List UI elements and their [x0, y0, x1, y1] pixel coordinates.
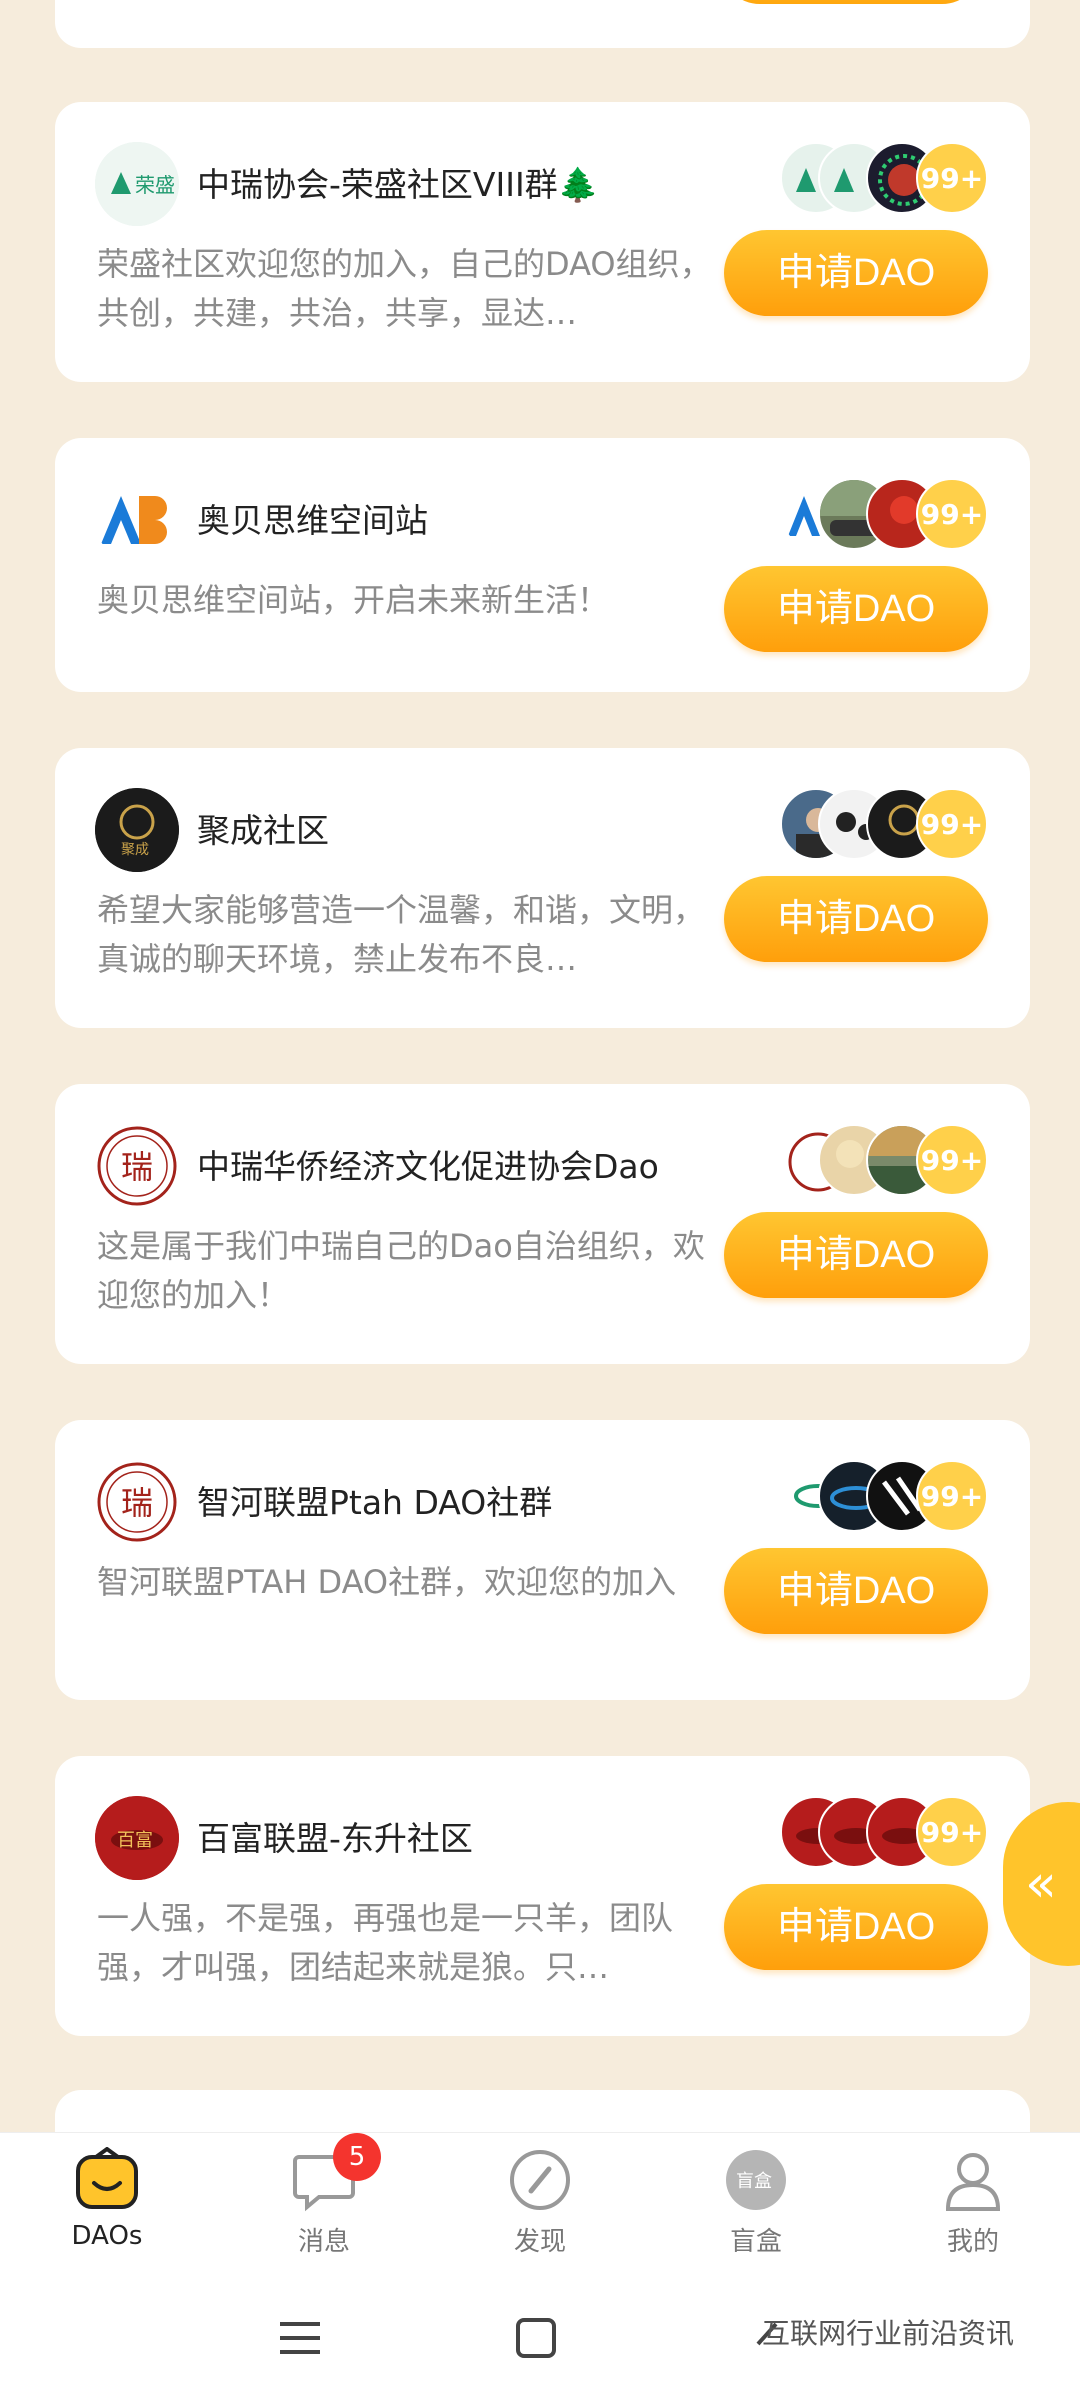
member-count-badge: 99+ [916, 1460, 988, 1532]
compass-icon [507, 2147, 573, 2213]
svg-text:盲盒: 盲盒 [736, 2171, 772, 2192]
tab-me[interactable]: 我的 [903, 2147, 1043, 2258]
blindbox-icon: 盲盒 [723, 2147, 789, 2213]
community-name: 智河联盟Ptah DAO社群 [197, 1483, 553, 1522]
community-card[interactable]: 瑞 中瑞华侨经济文化促进协会Dao 这是属于我们中瑞自己的Dao自治组织，欢迎您… [55, 1084, 1030, 1364]
user-profile-icon [940, 2147, 1006, 2213]
apply-dao-button[interactable]: 申请DAO [724, 230, 988, 316]
daos-home-icon [74, 2146, 140, 2213]
tab-blindbox[interactable]: 盲盒 盲盒 [686, 2147, 826, 2258]
svg-text:聚成: 聚成 [121, 842, 149, 858]
community-name: 中瑞协会-荣盛社区VIII群🌲 [197, 165, 599, 204]
tab-label: 消息 [297, 2227, 350, 2257]
jucheng-logo-icon: 聚成 [95, 788, 179, 872]
member-avatar-stack: 99+ [768, 478, 988, 550]
rongsheng-logo-icon: 荣盛 [95, 142, 179, 226]
zhihe-seal-icon: 瑞 [97, 1462, 177, 1542]
member-count-badge: 99+ [916, 478, 988, 550]
member-avatar-stack: 99+ [768, 788, 988, 860]
tab-label: 盲盒 [729, 2227, 782, 2257]
dao-list-page: 荣盛 中瑞协会-荣盛社区VIII群🌲 荣盛社区欢迎您的加入，自己的DAO组织，共… [0, 0, 1080, 2400]
tab-label: 我的 [946, 2227, 999, 2257]
tab-daos[interactable]: DAOs [37, 2146, 177, 2251]
community-avatar: 聚成 [95, 788, 179, 872]
member-count-badge: 99+ [916, 788, 988, 860]
community-avatar: 瑞 [95, 1460, 179, 1544]
community-card[interactable]: 瑞 智河联盟Ptah DAO社群 智河联盟PTAH DAO社群，欢迎您的加入 9… [55, 1420, 1030, 1700]
community-description: 一人强，不是强，再强也是一只羊，团队强，才叫强，团结起来就是狼。只… [97, 1899, 674, 1986]
community-card[interactable]: 百富 百富联盟-东升社区 一人强，不是强，再强也是一只羊，团队强，才叫强，团结起… [55, 1756, 1030, 2036]
apply-dao-button-partial[interactable] [720, 0, 982, 4]
community-avatar: 瑞 [95, 1124, 179, 1208]
apply-dao-button[interactable]: 申请DAO [724, 566, 988, 652]
community-avatar: 荣盛 [95, 142, 179, 226]
svg-text:百富: 百富 [117, 1830, 153, 1851]
tab-label: DAOs [71, 2221, 143, 2251]
member-avatar-stack: 99+ [768, 1124, 988, 1196]
community-description: 这是属于我们中瑞自己的Dao自治组织，欢迎您的加入！ [97, 1227, 705, 1314]
aobei-logo-icon [101, 496, 167, 544]
apply-dao-button[interactable]: 申请DAO [724, 1884, 988, 1970]
apply-dao-button[interactable]: 申请DAO [724, 1212, 988, 1298]
community-description: 奥贝思维空间站，开启未来新生活！ [97, 581, 610, 619]
menu-icon[interactable] [270, 2308, 330, 2368]
community-card[interactable]: 奥贝思维空间站 奥贝思维空间站，开启未来新生活！ 99+ 申请DAO [55, 438, 1030, 692]
apply-dao-button[interactable]: 申请DAO [724, 876, 988, 962]
community-avatar [95, 478, 179, 562]
community-card-partial [55, 0, 1030, 48]
baifu-logo-icon: 百富 [95, 1796, 179, 1880]
home-square-icon[interactable] [506, 2308, 566, 2368]
member-avatar-stack: 99+ [768, 1796, 988, 1868]
tab-discover[interactable]: 发现 [470, 2147, 610, 2258]
community-name: 奥贝思维空间站 [197, 501, 428, 540]
community-name: 聚成社区 [197, 811, 329, 850]
community-name: 中瑞华侨经济文化促进协会Dao [197, 1147, 659, 1186]
member-avatar-stack: 99+ [768, 142, 988, 214]
member-count-badge: 99+ [916, 1796, 988, 1868]
community-avatar: 百富 [95, 1796, 179, 1880]
message-bubble-icon: 5 [291, 2133, 381, 2213]
bottom-tab-bar: DAOs 5 消息 发现 盲盒 盲盒 我的 [0, 2132, 1080, 2272]
community-description: 荣盛社区欢迎您的加入，自己的DAO组织，共创，共建，共治，共享，显达… [97, 245, 712, 332]
community-card[interactable]: 聚成 聚成社区 希望大家能够营造一个温馨，和谐，文明，真诚的聊天环境，禁止发布不… [55, 748, 1030, 1028]
community-name: 百富联盟-东升社区 [197, 1819, 473, 1858]
tab-label: 发现 [513, 2227, 566, 2257]
watermark-text: 互联网行业前沿资讯 [762, 2317, 1015, 2350]
community-description: 希望大家能够营造一个温馨，和谐，文明，真诚的聊天环境，禁止发布不良… [97, 891, 706, 978]
zhongrui-seal-icon: 瑞 [97, 1126, 177, 1206]
svg-text:荣盛: 荣盛 [135, 173, 175, 197]
member-count-badge: 99+ [916, 142, 988, 214]
member-avatar-stack: 99+ [768, 1460, 988, 1532]
member-count-badge: 99+ [916, 1124, 988, 1196]
community-card[interactable]: 荣盛 中瑞协会-荣盛社区VIII群🌲 荣盛社区欢迎您的加入，自己的DAO组织，共… [55, 102, 1030, 382]
tab-messages[interactable]: 5 消息 [254, 2133, 394, 2258]
community-description: 智河联盟PTAH DAO社群，欢迎您的加入 [97, 1563, 677, 1601]
unread-badge: 5 [333, 2133, 381, 2181]
svg-text:瑞: 瑞 [121, 1148, 153, 1186]
svg-text:瑞: 瑞 [121, 1484, 153, 1522]
apply-dao-button[interactable]: 申请DAO [724, 1548, 988, 1634]
